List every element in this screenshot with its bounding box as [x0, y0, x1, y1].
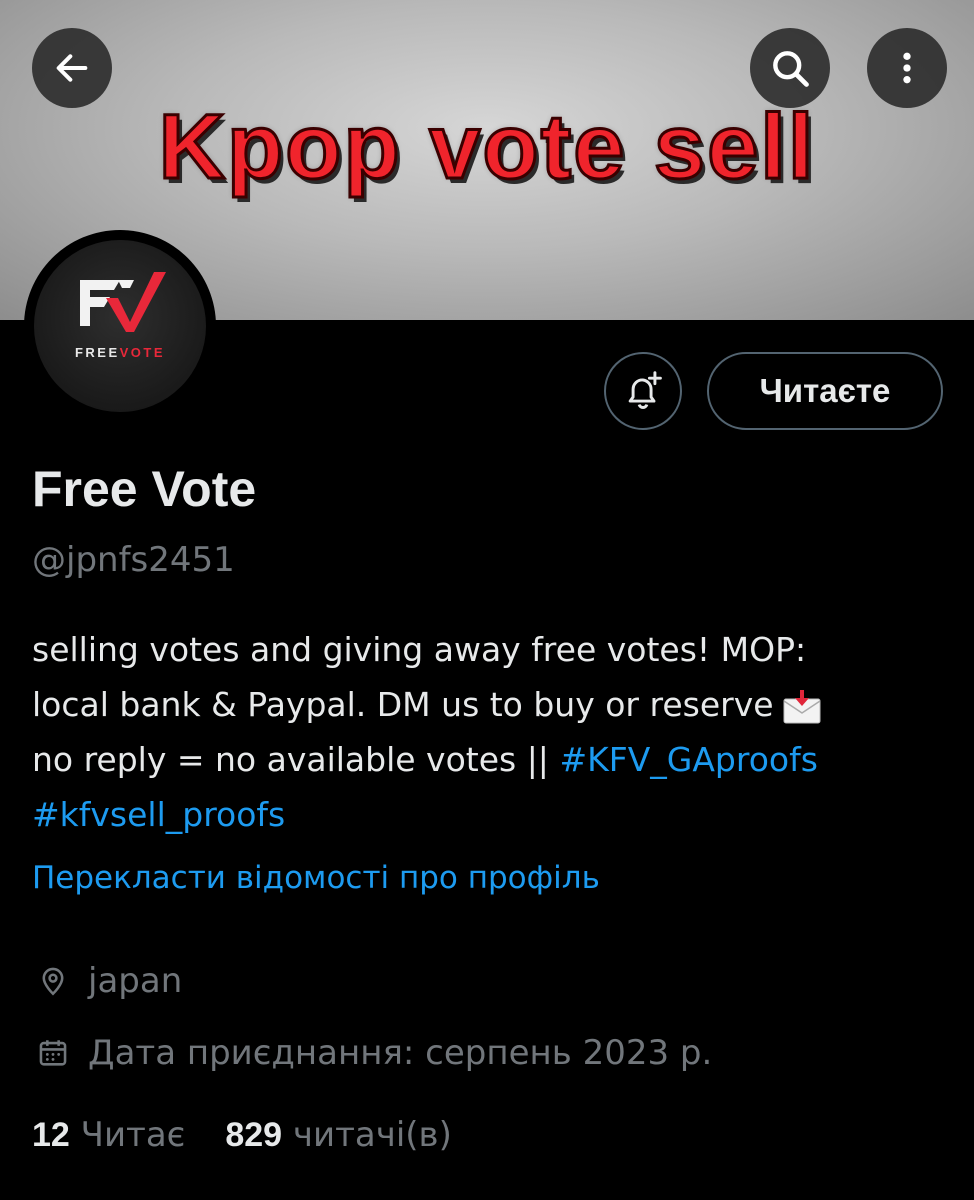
join-date-text: Дата приєднання: серпень 2023 р.: [88, 1033, 713, 1073]
following-button[interactable]: Читаєте: [707, 352, 943, 430]
calendar-icon: [32, 1032, 74, 1074]
followers-count: 829: [225, 1116, 283, 1154]
avatar-wordmark: FREEVOTE: [74, 345, 166, 360]
profile-bio: selling votes and giving away free votes…: [32, 622, 942, 842]
back-button[interactable]: [32, 28, 112, 108]
bio-line: #kfvsell_proofs: [32, 787, 942, 842]
bio-line: local bank & Paypal. DM us to buy or res…: [32, 677, 942, 732]
location-row: japan: [32, 960, 182, 1002]
incoming-envelope-icon: [783, 689, 821, 723]
hashtag-link[interactable]: #KFV_GAproofs: [559, 740, 817, 779]
profile-handle: @jpnfs2451: [32, 540, 235, 580]
following-count: 12: [32, 1116, 70, 1154]
freevote-logo-icon: [80, 272, 166, 332]
translate-bio-link[interactable]: Перекласти відомості про профіль: [32, 860, 600, 896]
bio-line: no reply = no available votes || #KFV_GA…: [32, 740, 818, 779]
followers-label: читачі(в): [292, 1115, 452, 1155]
notifications-button[interactable]: [604, 352, 682, 430]
join-date-row: Дата приєднання: серпень 2023 р.: [32, 1032, 712, 1074]
location-pin-icon: [32, 960, 74, 1002]
bio-line: selling votes and giving away free votes…: [32, 630, 807, 669]
more-options-button[interactable]: [867, 28, 947, 108]
search-icon: [773, 51, 809, 87]
more-vertical-icon: [903, 52, 911, 84]
follow-stats: 12 Читає 829 читачі(в): [32, 1115, 492, 1155]
following-stat[interactable]: 12 Читає: [32, 1115, 185, 1155]
profile-name: Free Vote: [32, 461, 257, 517]
arrow-left-icon: [56, 54, 88, 82]
followers-stat[interactable]: 829 читачі(в): [225, 1115, 451, 1155]
hashtag-link[interactable]: #kfvsell_proofs: [32, 795, 285, 834]
search-button[interactable]: [750, 28, 830, 108]
bell-plus-icon: [628, 371, 662, 409]
banner-title: Kpop vote sell: [157, 95, 816, 200]
location-text: japan: [88, 961, 183, 1001]
avatar[interactable]: FREEVOTE: [34, 240, 206, 412]
following-label: Читає: [80, 1115, 186, 1155]
